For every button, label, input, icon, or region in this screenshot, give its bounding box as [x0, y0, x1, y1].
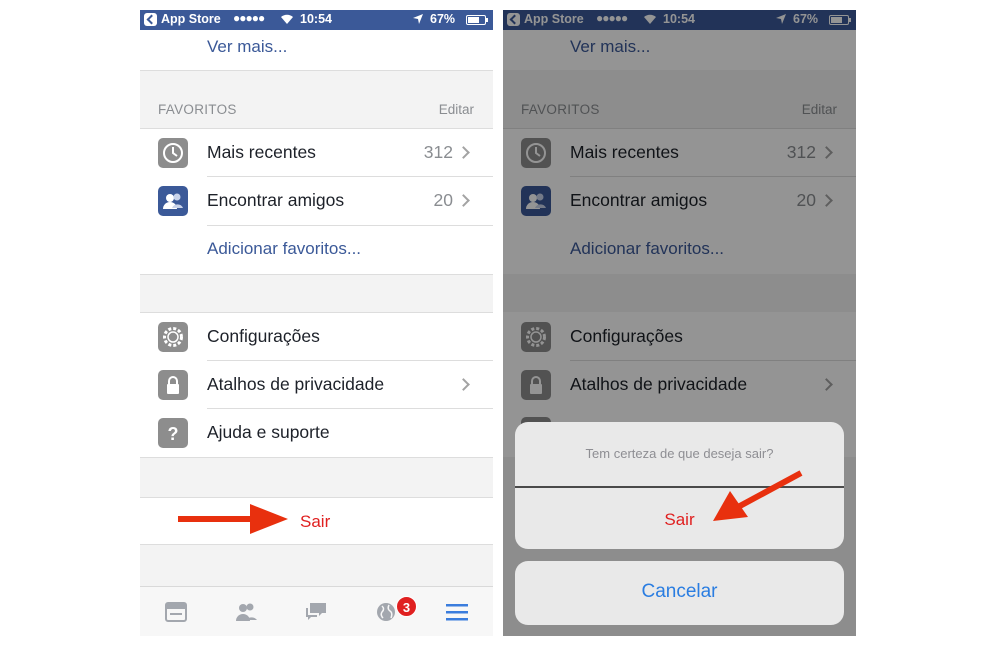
- tab-bar: [140, 586, 493, 636]
- phone-screen-logout-dialog: App Store ●●●●● 10:54 67% Ver mais... FA…: [503, 10, 856, 636]
- favorite-item-find-friends[interactable]: Encontrar amigos 20: [140, 177, 493, 225]
- clock-time: 10:54: [300, 12, 332, 26]
- favorite-count: 20: [433, 190, 453, 210]
- divider: [140, 457, 493, 458]
- question-icon: ?: [158, 418, 188, 448]
- see-more-link[interactable]: Ver mais...: [207, 37, 287, 57]
- status-bar: App Store ●●●●● 10:54 67%: [140, 10, 493, 30]
- annotation-arrow-shaft: [178, 516, 254, 522]
- cancel-button[interactable]: Cancelar: [515, 581, 844, 603]
- settings-item-configuracoes[interactable]: Configurações: [140, 313, 493, 361]
- chevron-right-icon: [457, 194, 470, 207]
- friend-requests-icon[interactable]: [234, 601, 258, 623]
- settings-label: Atalhos de privacidade: [207, 374, 385, 394]
- annotation-arrow-head-icon: [250, 504, 288, 534]
- settings-label: Ajuda e suporte: [207, 422, 330, 442]
- section-spacer: [140, 544, 493, 586]
- add-favorites-link[interactable]: Adicionar favoritos...: [207, 239, 361, 259]
- favorite-count: 312: [423, 142, 453, 162]
- clock-icon: [158, 138, 188, 168]
- settings-item-privacy-shortcuts[interactable]: Atalhos de privacidade: [140, 361, 493, 409]
- favorite-label: Encontrar amigos: [207, 190, 345, 210]
- favorite-label: Mais recentes: [207, 142, 316, 162]
- add-favorites-row[interactable]: Adicionar favoritos...: [140, 226, 493, 274]
- messages-icon[interactable]: [304, 601, 328, 623]
- notifications-globe-icon[interactable]: [374, 601, 398, 623]
- favorites-header: [140, 70, 493, 128]
- logout-button[interactable]: Sair: [300, 512, 330, 532]
- divider: [140, 70, 493, 71]
- divider: [140, 544, 493, 545]
- battery-percent: 67%: [430, 12, 456, 26]
- section-spacer: [140, 457, 493, 497]
- favorite-item-recent[interactable]: Mais recentes 312: [140, 129, 493, 177]
- friends-icon: [158, 186, 188, 216]
- settings-label: Configurações: [207, 326, 320, 346]
- battery-icon: [466, 15, 488, 25]
- back-to-app-icon[interactable]: [144, 13, 157, 26]
- chevron-right-icon: [457, 378, 470, 391]
- location-arrow-icon: [413, 14, 423, 24]
- gear-icon: [158, 322, 188, 352]
- confirm-message: Tem certeza de que deseja sair?: [585, 446, 774, 461]
- favorites-edit-button[interactable]: Editar: [439, 102, 474, 117]
- divider: [140, 274, 493, 275]
- back-app-label[interactable]: App Store: [161, 12, 221, 26]
- settings-item-help[interactable]: ? Ajuda e suporte: [140, 409, 493, 457]
- signal-strength-icon: ●●●●●: [233, 11, 265, 25]
- lock-icon: [158, 370, 188, 400]
- cancel-sheet[interactable]: Cancelar: [515, 561, 844, 625]
- section-spacer: [140, 274, 493, 312]
- news-feed-icon[interactable]: [164, 601, 188, 623]
- notifications-badge: 3: [396, 596, 417, 617]
- menu-hamburger-icon[interactable]: [445, 601, 469, 623]
- phone-screen-menu: App Store ●●●●● 10:54 67% Ver mais... FA…: [140, 10, 493, 636]
- see-more-row[interactable]: Ver mais...: [140, 30, 493, 70]
- svg-text:?: ?: [168, 424, 179, 444]
- favorites-section-label: FAVORITOS: [158, 102, 237, 117]
- annotation-arrow-icon: [713, 470, 803, 521]
- wifi-icon: [281, 14, 293, 24]
- chevron-right-icon: [457, 146, 470, 159]
